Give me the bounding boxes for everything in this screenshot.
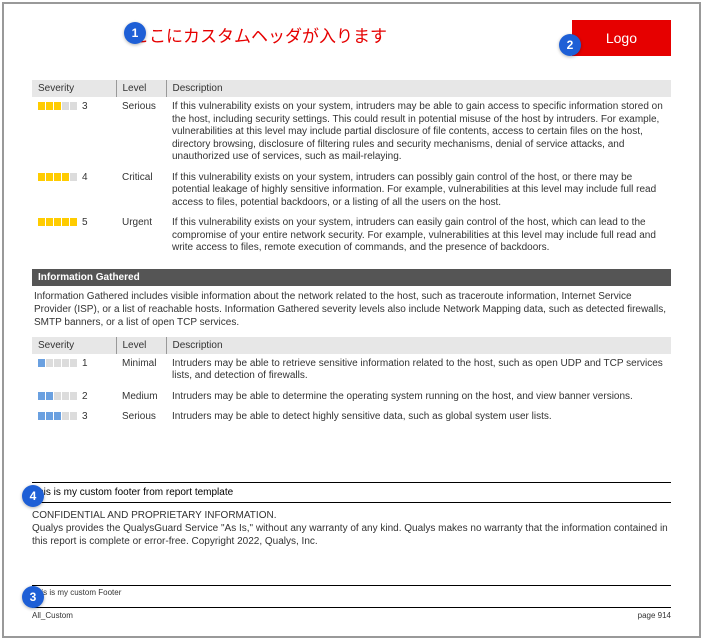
custom-footer-small: This is my custom Footer (32, 585, 671, 597)
severity-cell: 3 (32, 407, 116, 428)
table-row: 1 MinimalIntruders may be able to retriev… (32, 354, 671, 387)
table-row: 5 UrgentIf this vulnerability exists on y… (32, 213, 671, 259)
level-cell: Serious (116, 97, 166, 168)
col-severity: Severity (32, 337, 116, 354)
custom-footer-template: This is my custom footer from report tem… (32, 482, 671, 503)
col-description: Description (166, 80, 671, 97)
severity-cell: 4 (32, 168, 116, 214)
callout-4: 4 (22, 485, 44, 507)
callout-3: 3 (22, 586, 44, 608)
severity-cell: 2 (32, 387, 116, 408)
section-title-info-gathered: Information Gathered (32, 269, 671, 286)
severity-number: 3 (82, 411, 88, 422)
severity-number: 1 (82, 358, 88, 369)
callout-2: 2 (559, 34, 581, 56)
severity-number: 4 (82, 172, 88, 183)
severity-cell: 3 (32, 97, 116, 168)
description-cell: If this vulnerability exists on your sys… (166, 168, 671, 214)
level-cell: Urgent (116, 213, 166, 259)
footer-left: All_Custom (32, 611, 73, 620)
custom-header-text: ここにカスタムヘッダが入ります (132, 22, 387, 47)
confidential-body: Qualys provides the QualysGuard Service … (32, 522, 671, 548)
callout-1: 1 (124, 22, 146, 44)
description-cell: If this vulnerability exists on your sys… (166, 97, 671, 168)
severity-table-vuln: Severity Level Description 3 SeriousIf th… (32, 80, 671, 259)
footer-right: page 914 (638, 611, 671, 620)
description-cell: Intruders may be able to determine the o… (166, 387, 671, 408)
severity-number: 5 (82, 217, 88, 228)
logo-badge: Logo (572, 20, 671, 56)
page-footer: This is my custom Footer All_Custom page… (32, 585, 671, 620)
table-row: 3 SeriousIf this vulnerability exists on … (32, 97, 671, 168)
section-desc-info-gathered: Information Gathered includes visible in… (32, 286, 671, 337)
col-severity: Severity (32, 80, 116, 97)
level-cell: Serious (116, 407, 166, 428)
description-cell: If this vulnerability exists on your sys… (166, 213, 671, 259)
severity-number: 2 (82, 391, 88, 402)
table-row: 4 CriticalIf this vulnerability exists on… (32, 168, 671, 214)
confidential-title: CONFIDENTIAL AND PROPRIETARY INFORMATION… (32, 509, 671, 522)
col-level: Level (116, 337, 166, 354)
col-level: Level (116, 80, 166, 97)
severity-number: 3 (82, 101, 88, 112)
table-row: 2 MediumIntruders may be able to determin… (32, 387, 671, 408)
level-cell: Medium (116, 387, 166, 408)
table-row: 3 SeriousIntruders may be able to detect … (32, 407, 671, 428)
severity-cell: 1 (32, 354, 116, 387)
description-cell: Intruders may be able to retrieve sensit… (166, 354, 671, 387)
col-description: Description (166, 337, 671, 354)
level-cell: Critical (116, 168, 166, 214)
severity-table-info: Severity Level Description 1 MinimalIntru… (32, 337, 671, 428)
footer-block: This is my custom footer from report tem… (32, 482, 671, 548)
level-cell: Minimal (116, 354, 166, 387)
description-cell: Intruders may be able to detect highly s… (166, 407, 671, 428)
severity-cell: 5 (32, 213, 116, 259)
